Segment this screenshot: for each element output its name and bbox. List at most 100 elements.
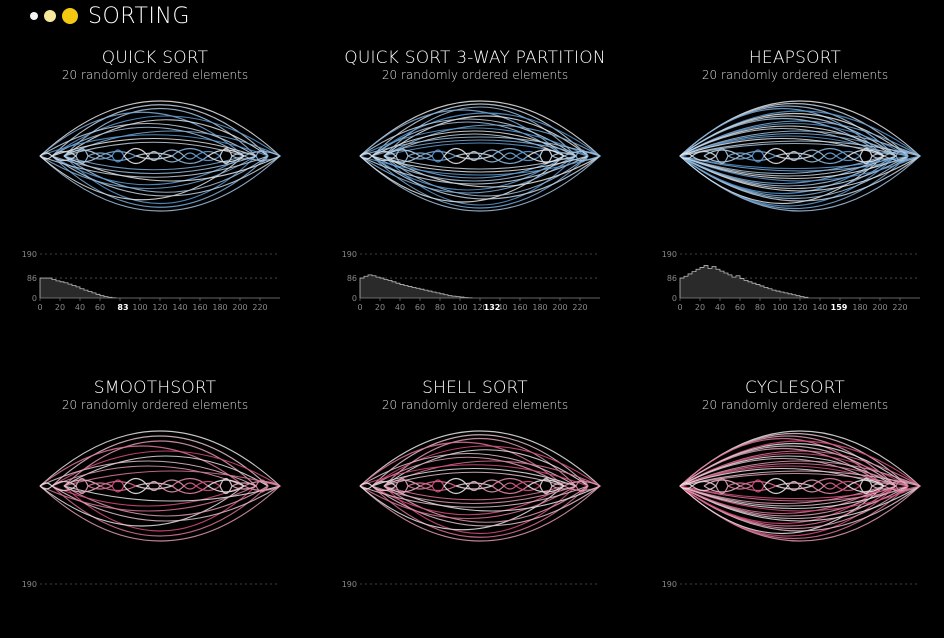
panel-smoothsort: SMOOTHSORT 20 randomly ordered elements … [15, 378, 295, 638]
bar [368, 275, 372, 298]
bar [712, 267, 716, 298]
bar [784, 293, 788, 298]
bar [704, 266, 708, 298]
bar [408, 286, 412, 298]
histogram-chart: 190 [342, 580, 600, 589]
bar [748, 282, 752, 298]
x-tick-label: 40 [395, 303, 405, 312]
y-tick-label: 86 [27, 274, 37, 283]
x-tick-label: 120 [152, 303, 167, 312]
histogram-chart: 190 [662, 580, 920, 589]
bar [732, 277, 736, 298]
loop-line [420, 482, 456, 491]
x-tick-label: 220 [572, 303, 587, 312]
y-tick-label: 190 [22, 250, 37, 259]
bar [792, 295, 796, 298]
y-tick-label: 86 [347, 274, 357, 283]
x-tick-label: 80 [435, 303, 445, 312]
x-tick-label: 220 [892, 303, 907, 312]
x-tick-label: 120 [792, 303, 807, 312]
app-header: SORTING [30, 2, 190, 30]
bar [680, 278, 684, 298]
x-tick-label: 20 [695, 303, 705, 312]
x-tick-label: 0 [677, 303, 682, 312]
marker-label: 159 [831, 303, 848, 312]
bar [380, 278, 384, 298]
histogram-chart: 190860020406080100120140160180200220159 [662, 250, 920, 312]
panel-shell-sort: SHELL SORT 20 randomly ordered elements … [335, 378, 615, 638]
bar [44, 278, 48, 298]
loop-line [100, 152, 136, 161]
bar [376, 277, 380, 298]
x-tick-label: 180 [212, 303, 227, 312]
marker-label: 83 [117, 303, 128, 312]
bar [364, 276, 368, 298]
x-tick-label: 60 [415, 303, 425, 312]
arc-group [360, 101, 600, 211]
loop-line [456, 483, 492, 489]
bar [68, 284, 72, 298]
arc-group [40, 431, 280, 541]
bar [768, 289, 772, 298]
y-tick-label: 86 [667, 274, 677, 283]
y-tick-label: 190 [22, 580, 37, 589]
bar [372, 276, 376, 298]
loop-line [776, 153, 812, 159]
x-tick-label: 100 [132, 303, 147, 312]
bar [92, 293, 96, 298]
x-tick-label: 200 [872, 303, 887, 312]
x-tick-label: 220 [252, 303, 267, 312]
bar [72, 285, 76, 298]
panel-heapsort: HEAPSORT 20 randomly ordered elements 19… [655, 48, 935, 308]
loop-line [740, 482, 776, 491]
arc-group [680, 101, 920, 211]
bar [708, 268, 712, 298]
bar [760, 286, 764, 298]
x-tick-label: 100 [452, 303, 467, 312]
bar [416, 288, 420, 298]
marker-label: 132 [484, 303, 501, 312]
sort-visualization: 190 [15, 378, 295, 600]
bar [740, 279, 744, 298]
x-tick-label: 0 [37, 303, 42, 312]
loop-line [184, 153, 196, 159]
y-tick-label: 190 [662, 250, 677, 259]
x-tick-label: 200 [552, 303, 567, 312]
bar [56, 281, 60, 298]
bar [432, 292, 436, 298]
bar [96, 294, 100, 298]
x-tick-label: 60 [735, 303, 745, 312]
histogram-chart: 19086002040608010012014016018020022083 [22, 250, 280, 312]
bar [412, 287, 416, 298]
bar [360, 278, 364, 298]
sort-visualization: 190860020406080100120140160180200220132 [335, 48, 615, 323]
loop-line [40, 483, 52, 489]
bar [684, 276, 688, 298]
x-tick-label: 160 [512, 303, 527, 312]
bar [60, 282, 64, 298]
loop-line [136, 483, 172, 489]
x-tick-label: 40 [715, 303, 725, 312]
loop-line [504, 483, 516, 489]
panel-quick-sort-3-way: QUICK SORT 3-WAY PARTITION 20 randomly o… [335, 48, 615, 308]
bar [696, 269, 700, 298]
x-tick-label: 20 [375, 303, 385, 312]
sort-visualization: 190 [655, 378, 935, 600]
bar [688, 274, 692, 298]
x-tick-label: 100 [772, 303, 787, 312]
bar [724, 273, 728, 298]
loop-line [456, 153, 492, 159]
loop-line [776, 483, 812, 489]
bar [388, 280, 392, 298]
bar [428, 291, 432, 298]
arc-group [40, 101, 280, 211]
x-tick-label: 140 [812, 303, 827, 312]
bar [436, 293, 440, 298]
loop-line [184, 483, 196, 489]
bar [80, 289, 84, 298]
bar [392, 282, 396, 298]
y-tick-label: 190 [342, 250, 357, 259]
bar [52, 279, 56, 298]
x-tick-label: 140 [172, 303, 187, 312]
sort-visualization: 190860020406080100120140160180200220159 [655, 48, 935, 323]
